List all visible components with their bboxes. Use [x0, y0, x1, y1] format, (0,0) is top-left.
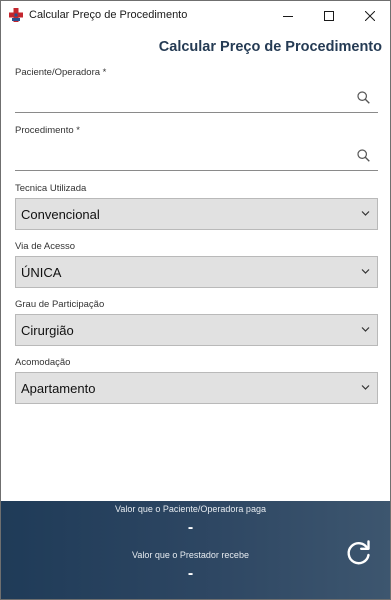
search-icon[interactable]	[357, 91, 370, 104]
paciente-value: -	[187, 519, 194, 536]
chevron-down-icon	[361, 327, 370, 332]
acomodacao-label: Acomodação	[15, 357, 71, 368]
chevron-down-icon	[361, 385, 370, 390]
chevron-down-icon	[361, 211, 370, 216]
close-icon	[365, 11, 375, 21]
page-title: Calcular Preço de Procedimento	[158, 39, 382, 55]
via-acesso-select[interactable]: ÚNICA	[15, 256, 378, 288]
procedimento-label: Procedimento *	[15, 125, 80, 136]
chevron-down-icon	[361, 269, 370, 274]
grau-participacao-selected-value: Cirurgião	[21, 323, 74, 338]
title-bar[interactable]: Calcular Preço de Procedimento	[1, 1, 390, 31]
procedimento-field[interactable]	[15, 142, 378, 171]
paciente-value-label: Valor que o Paciente/Operadora paga	[115, 504, 266, 514]
tecnica-select[interactable]: Convencional	[15, 198, 378, 230]
price-summary-footer: Valor que o Paciente/Operadora paga - Va…	[1, 501, 390, 599]
paciente-label: Paciente/Operadora *	[15, 67, 107, 78]
acomodacao-selected-value: Apartamento	[21, 381, 96, 396]
minimize-button[interactable]	[271, 1, 305, 31]
close-button[interactable]	[353, 1, 387, 31]
via-acesso-label: Via de Acesso	[15, 241, 76, 252]
app-logo-icon	[9, 8, 23, 22]
app-window: Calcular Preço de Procedimento Calcular …	[0, 0, 391, 600]
grau-participacao-label: Grau de Participação	[15, 299, 105, 310]
paciente-field[interactable]	[15, 84, 378, 113]
refresh-icon[interactable]	[345, 538, 373, 566]
window-title: Calcular Preço de Procedimento	[29, 9, 188, 21]
tecnica-selected-value: Convencional	[21, 207, 100, 222]
tecnica-label: Tecnica Utilizada	[15, 183, 87, 194]
paciente-input[interactable]	[15, 84, 353, 110]
prestador-value: -	[187, 565, 194, 582]
minimize-icon	[283, 16, 293, 17]
maximize-button[interactable]	[312, 1, 346, 31]
acomodacao-select[interactable]: Apartamento	[15, 372, 378, 404]
search-icon[interactable]	[357, 149, 370, 162]
via-acesso-selected-value: ÚNICA	[21, 265, 62, 280]
procedimento-input[interactable]	[15, 142, 353, 168]
maximize-icon	[324, 11, 334, 21]
grau-participacao-select[interactable]: Cirurgião	[15, 314, 378, 346]
prestador-value-label: Valor que o Prestador recebe	[132, 550, 249, 560]
